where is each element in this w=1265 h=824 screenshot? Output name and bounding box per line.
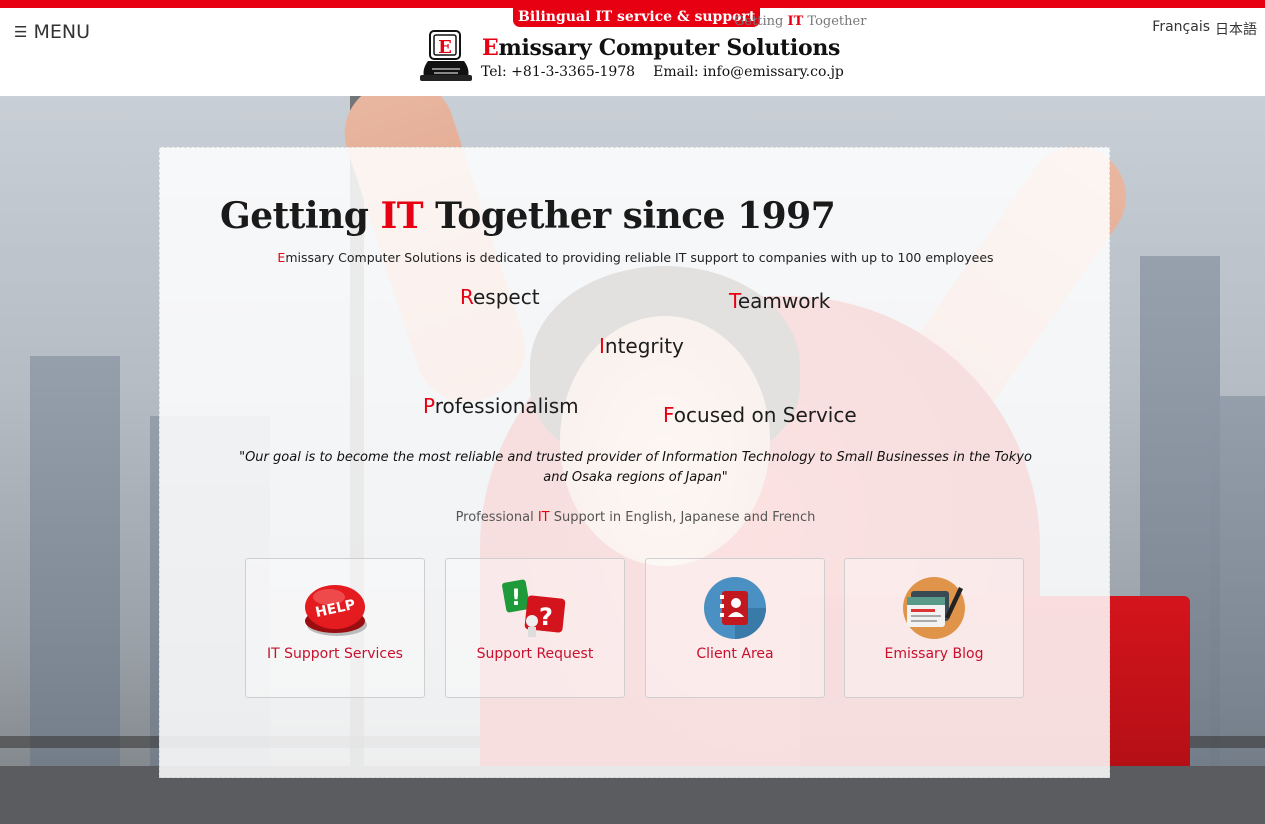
svg-text:!: ! bbox=[511, 586, 521, 611]
site-header: ☰ MENU Bilingual IT service & support Ge… bbox=[0, 8, 1265, 96]
tile-label: Support Request bbox=[476, 646, 594, 662]
blog-pen-icon bbox=[903, 577, 965, 639]
bilingual-badge: Bilingual IT service & support bbox=[513, 8, 761, 27]
help-button-icon: HELP bbox=[305, 585, 367, 636]
tile-client-area[interactable]: Client Area bbox=[645, 558, 825, 698]
company-description: Emissary Computer Solutions is dedicated… bbox=[277, 250, 994, 265]
address-book-icon bbox=[704, 577, 766, 639]
email-address[interactable]: Email: info@emissary.co.jp bbox=[653, 64, 844, 80]
company-name[interactable]: Emissary Computer Solutions bbox=[482, 35, 840, 61]
hamburger-icon: ☰ bbox=[14, 23, 28, 41]
tile-label: Client Area bbox=[696, 646, 774, 662]
contact-info: Tel: +81-3-3365-1978 Email: info@emissary… bbox=[481, 64, 844, 80]
language-switcher: Français 日本語 bbox=[1152, 19, 1257, 39]
menu-button[interactable]: ☰ MENU bbox=[14, 21, 90, 43]
top-accent-bar bbox=[0, 0, 1265, 8]
question-exclamation-icon: ! ? bbox=[502, 579, 566, 637]
svg-text:?: ? bbox=[539, 603, 553, 631]
phone-number[interactable]: Tel: +81-3-3365-1978 bbox=[481, 64, 635, 80]
lang-french[interactable]: Français bbox=[1152, 19, 1210, 39]
tile-emissary-blog[interactable]: Emissary Blog bbox=[844, 558, 1024, 698]
menu-label: MENU bbox=[33, 21, 90, 43]
lang-japanese[interactable]: 日本語 bbox=[1215, 19, 1257, 39]
company-logo-icon[interactable]: E bbox=[418, 29, 474, 83]
value-respect: Respect bbox=[460, 285, 540, 309]
tile-support-request[interactable]: ! ? Support Request bbox=[445, 558, 625, 698]
value-focused-on-service: Focused on Service bbox=[663, 403, 857, 427]
tile-label: Emissary Blog bbox=[884, 646, 984, 662]
tile-it-support-services[interactable]: HELP IT Support Services bbox=[245, 558, 425, 698]
mission-quote: "Our goal is to become the most reliable… bbox=[239, 450, 1032, 485]
value-teamwork: Teamwork bbox=[729, 289, 831, 313]
value-professionalism: Professionalism bbox=[423, 394, 579, 418]
header-tagline: Getting IT Together bbox=[734, 14, 867, 29]
logo-letter: E bbox=[438, 37, 452, 58]
intro-panel: Getting IT Together since 1997 Emissary … bbox=[159, 147, 1110, 778]
value-integrity: Integrity bbox=[599, 334, 684, 358]
language-support-note: Professional IT Support in English, Japa… bbox=[455, 510, 816, 525]
tile-label: IT Support Services bbox=[267, 646, 403, 662]
page-title: Getting IT Together since 1997 bbox=[220, 195, 836, 237]
